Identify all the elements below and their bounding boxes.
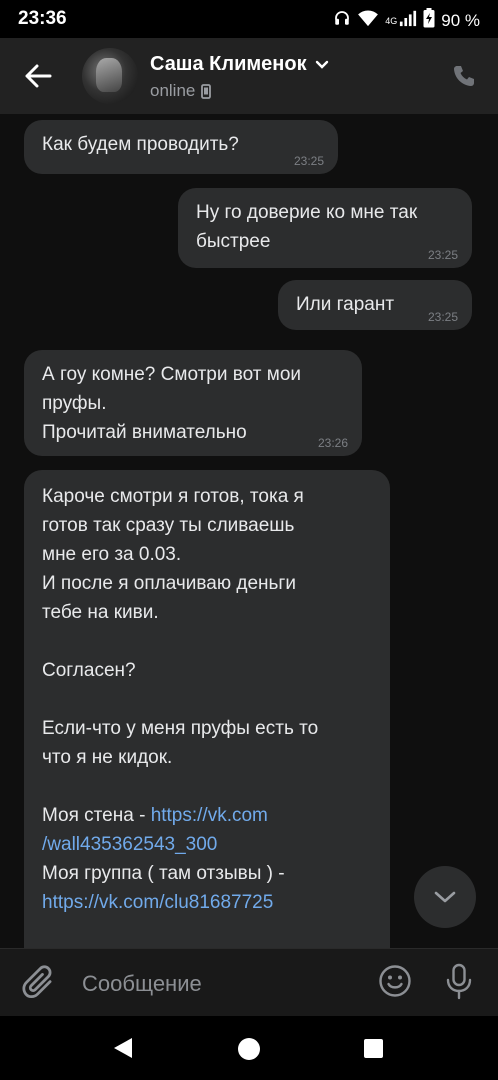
message-text: Как будем проводить? <box>42 134 239 155</box>
mobile-device-icon <box>201 83 212 99</box>
nav-home-button[interactable] <box>238 1038 260 1060</box>
chevron-down-icon <box>315 60 328 69</box>
message-bubble-incoming[interactable]: Как будем проводить? 23:25 <box>24 120 338 174</box>
message-bubble-outgoing[interactable]: Ну го доверие ко мне так быстрее 23:25 <box>178 188 472 268</box>
chevron-down-icon <box>434 891 456 903</box>
contact-name-text: Саша Клименок <box>150 53 307 75</box>
status-time: 23:36 <box>18 8 67 29</box>
wall-line: Моя стена - https://vk.com <box>42 801 372 830</box>
message-text: Кароче смотри я готов, тока я готов так … <box>42 486 319 768</box>
emoji-button[interactable] <box>378 964 414 1000</box>
message-composer <box>0 948 498 1017</box>
contact-name[interactable]: Саша Клименок <box>150 53 329 76</box>
wall-link-start[interactable]: https://vk.com <box>151 805 268 826</box>
chat-header: Саша Клименок online <box>0 38 498 114</box>
status-icons: 4G 90 % <box>333 8 480 33</box>
headphones-icon <box>333 9 351 32</box>
message-time: 23:25 <box>427 248 458 262</box>
message-time: 23:25 <box>293 154 324 168</box>
avatar[interactable] <box>82 48 138 104</box>
back-button[interactable] <box>18 56 58 96</box>
signal-icon <box>399 9 417 32</box>
attach-button[interactable] <box>22 965 58 1001</box>
call-button[interactable] <box>448 60 480 92</box>
nav-recents-button[interactable] <box>364 1039 383 1058</box>
battery-level: 90 % <box>441 10 480 30</box>
paperclip-icon <box>22 965 52 999</box>
microphone-icon <box>446 963 472 1000</box>
message-text: А гоу комне? Смотри вот мои пруфы. Прочи… <box>42 364 302 443</box>
battery-charging-icon <box>423 8 435 33</box>
message-list[interactable]: Как будем проводить? 23:25 Ну го доверие… <box>0 114 498 948</box>
message-bubble-outgoing[interactable]: Или гарант 23:25 <box>278 280 472 330</box>
triangle-back-icon <box>114 1038 132 1058</box>
scroll-down-button[interactable] <box>414 866 476 928</box>
message-bubble-incoming[interactable]: Кароче смотри я готов, тока я готов так … <box>24 470 390 948</box>
wall-label: Моя стена - <box>42 805 151 826</box>
contact-status: online <box>150 81 212 101</box>
message-bubble-incoming[interactable]: А гоу комне? Смотри вот мои пруфы. Прочи… <box>24 350 362 456</box>
network-type: 4G <box>385 15 398 26</box>
group-link[interactable]: https://vk.com/clu81687725 <box>42 888 372 917</box>
arrow-left-icon <box>25 64 52 88</box>
message-time: 23:26 <box>317 436 348 450</box>
phone-icon <box>454 66 474 86</box>
system-navigation-bar <box>0 1016 498 1080</box>
group-label: Моя группа ( там отзывы ) - <box>42 863 285 884</box>
status-text: online <box>150 81 196 100</box>
smiley-icon <box>379 965 411 997</box>
voice-message-button[interactable] <box>444 963 476 1001</box>
message-text: Ну го доверие ко мне так быстрее <box>196 202 418 252</box>
wifi-icon <box>357 9 379 32</box>
message-time: 23:25 <box>427 310 458 324</box>
wall-link-end[interactable]: /wall435362543_300 <box>42 830 372 859</box>
status-bar: 23:36 4G 90 % <box>0 0 498 38</box>
nav-back-button[interactable] <box>112 1036 134 1065</box>
message-input[interactable] <box>80 965 364 1003</box>
